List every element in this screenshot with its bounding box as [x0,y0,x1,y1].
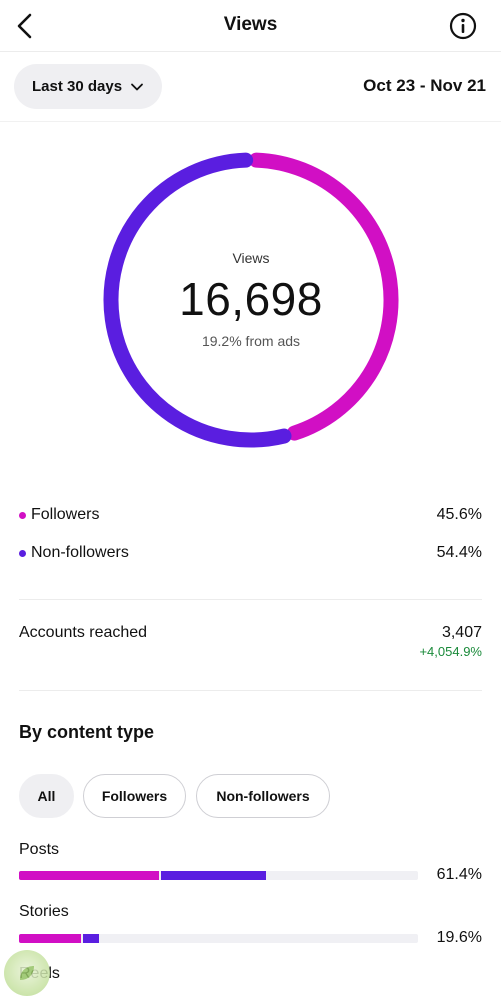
stories-non-followers-segment [82,934,100,943]
info-button[interactable] [449,12,477,40]
legend-percent: 45.6% [436,506,482,523]
filter-chip-label: All [37,788,56,804]
accounts-reached-label: Accounts reached [19,624,148,641]
views-label: Views [232,250,270,266]
stories-followers-segment [19,934,81,943]
chevron-down-icon [131,83,143,90]
date-range-text: Oct 23 - Nov 21 [363,76,486,95]
content-type-stories-label: Stories [19,903,69,920]
posts-percent: 61.4% [436,866,482,883]
accounts-reached-row: Accounts reached 3,407 +4,054.9% [19,620,482,664]
divider [19,690,482,691]
views-donut-chart: Views 16,698 19.2% from ads [101,150,401,450]
legend-label: Non-followers [31,544,129,561]
filter-chip-all[interactable]: All [19,774,74,818]
filter-chip-non-followers[interactable]: Non-followers [196,774,330,818]
top-bar: Views [0,0,501,52]
watermark-logo [4,950,50,996]
followers-dot [19,511,26,519]
posts-non-followers-segment [160,871,266,880]
posts-followers-segment [19,871,159,880]
legend-percent: 54.4% [436,544,482,561]
content-type-posts-label: Posts [19,841,60,858]
legend-followers: Followers 45.6% [19,503,482,527]
section-title: By content type [19,722,155,742]
views-total: 16,698 [179,273,323,325]
date-range-dropdown[interactable]: Last 30 days [14,64,163,109]
date-range-row: Last 30 days Oct 23 - Nov 21 [0,52,501,122]
date-range-dropdown-label: Last 30 days [32,78,123,95]
non-followers-dot [19,549,26,557]
accounts-reached-value: 3,407 [441,624,482,641]
stories-percent: 19.6% [436,929,482,946]
filter-chip-label: Non-followers [216,788,310,804]
filter-chip-followers[interactable]: Followers [83,774,186,818]
posts-bar [19,871,418,880]
page-title: Views [223,14,278,35]
ads-note: 19.2% from ads [201,333,301,349]
legend-label: Followers [31,506,100,523]
leaf-icon [20,966,34,980]
stories-bar [19,934,418,943]
legend-non-followers: Non-followers 54.4% [19,541,482,565]
accounts-reached-change: +4,054.9% [419,644,482,659]
filter-chip-label: Followers [101,788,168,804]
info-icon [449,12,477,40]
divider [19,599,482,600]
